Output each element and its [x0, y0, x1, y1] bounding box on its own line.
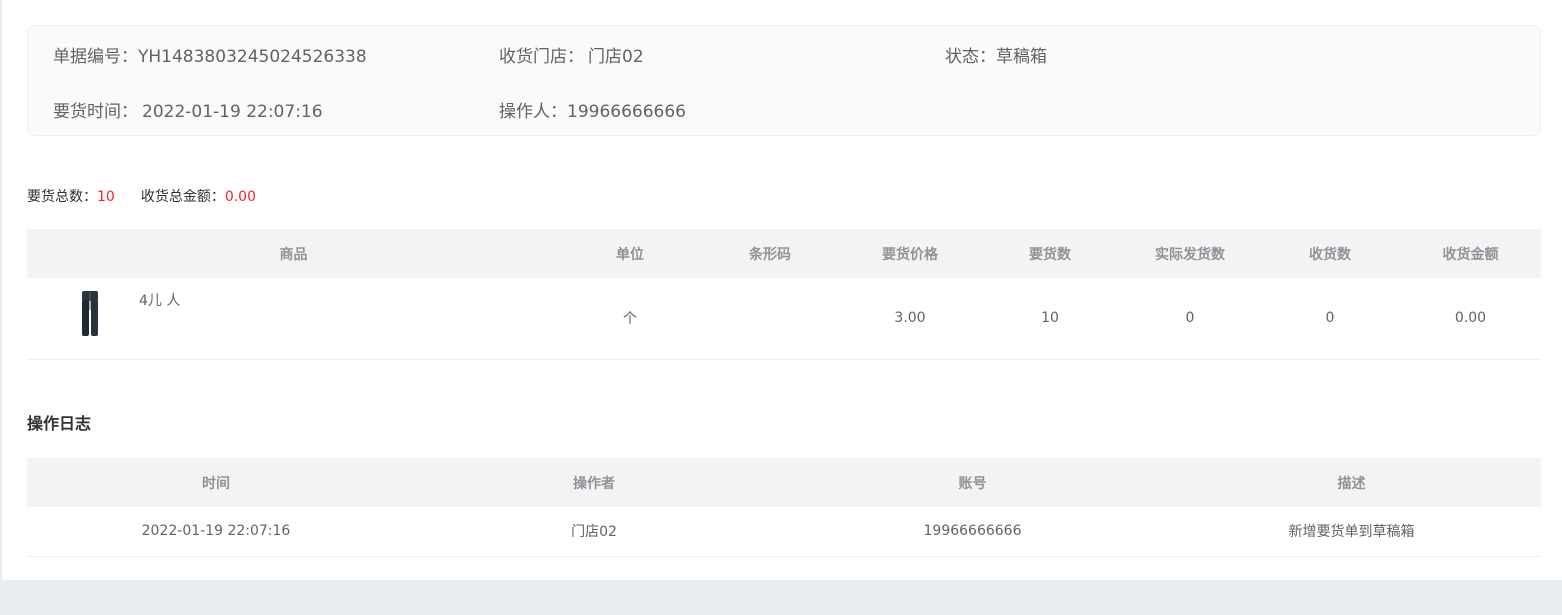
- total-amount-value: 0.00: [224, 189, 256, 205]
- column-header-unit: 单位: [560, 229, 700, 278]
- cell-unit: 个: [560, 278, 700, 360]
- column-header-barcode: 条形码: [700, 229, 840, 278]
- order-status-value: 草稿箱: [996, 47, 1047, 67]
- table-row: 2022-01-19 22:07:16 门店02 19966666666 新增要…: [27, 507, 1541, 557]
- log-table-header: 时间 操作者 账号 描述: [27, 458, 1541, 507]
- product-cell: 4儿 人: [27, 278, 560, 360]
- receiving-store-label: 收货门店：: [499, 47, 584, 67]
- column-header-price: 要货价格: [840, 229, 980, 278]
- product-name: 4儿 人: [139, 293, 181, 310]
- cell-barcode: [700, 278, 840, 360]
- log-cell-account: 19966666666: [783, 507, 1162, 557]
- receiving-store: 收货门店： 门店02: [499, 42, 644, 67]
- cell-amount: 0.00: [1400, 278, 1541, 360]
- cell-shipped: 0: [1120, 278, 1260, 360]
- detail-panel: 单据编号：YH1483803245024526338 收货门店： 门店02 状态：…: [2, 0, 1562, 580]
- column-header-time: 时间: [27, 458, 405, 507]
- total-qty-label: 要货总数：: [27, 189, 97, 205]
- goods-table: 商品 单位 条形码 要货价格 要货数 实际发货数 收货数 收货金额 4儿 人 个…: [27, 229, 1541, 360]
- log-cell-operator: 门店02: [405, 507, 783, 557]
- log-cell-description: 新增要货单到草稿箱: [1162, 507, 1541, 557]
- total-amount-label: 收货总金额：: [140, 189, 225, 205]
- column-header-operator: 操作者: [405, 458, 783, 507]
- column-header-product: 商品: [27, 229, 560, 278]
- order-number-value: YH1483803245024526338: [138, 47, 367, 67]
- order-operator: 操作人：19966666666: [499, 97, 686, 122]
- cell-price: 3.00: [840, 278, 980, 360]
- order-status: 状态：草稿箱: [945, 42, 1047, 67]
- column-header-account: 账号: [783, 458, 1162, 507]
- table-row: 4儿 人 个 3.00 10 0 0 0.00: [27, 278, 1541, 360]
- order-operator-value: 19966666666: [567, 102, 686, 122]
- cell-received: 0: [1260, 278, 1400, 360]
- goods-table-header: 商品 单位 条形码 要货价格 要货数 实际发货数 收货数 收货金额: [27, 229, 1541, 278]
- order-number-label: 单据编号：: [53, 47, 138, 67]
- order-time: 要货时间： 2022-01-19 22:07:16: [53, 97, 323, 122]
- log-cell-time: 2022-01-19 22:07:16: [27, 507, 405, 557]
- total-qty-value: 10: [97, 189, 115, 205]
- order-operator-label: 操作人：: [499, 102, 567, 122]
- operation-log-table: 时间 操作者 账号 描述 2022-01-19 22:07:16 门店02 19…: [27, 458, 1541, 557]
- operation-log-title: 操作日志: [27, 414, 92, 433]
- column-header-received: 收货数: [1260, 229, 1400, 278]
- column-header-shipped: 实际发货数: [1120, 229, 1260, 278]
- product-thumbnail-icon: [82, 291, 98, 337]
- order-number: 单据编号：YH1483803245024526338: [53, 42, 367, 67]
- receiving-store-value: 门店02: [588, 47, 644, 67]
- order-summary: 要货总数：10 收货总金额：0.00: [27, 186, 256, 206]
- column-header-qty: 要货数: [980, 229, 1120, 278]
- order-time-label: 要货时间：: [53, 102, 138, 122]
- order-info-card: 单据编号：YH1483803245024526338 收货门店： 门店02 状态：…: [27, 25, 1541, 136]
- column-header-description: 描述: [1162, 458, 1541, 507]
- cell-qty: 10: [980, 278, 1120, 360]
- order-time-value: 2022-01-19 22:07:16: [142, 102, 323, 122]
- column-header-amount: 收货金额: [1400, 229, 1541, 278]
- order-status-label: 状态：: [945, 47, 996, 67]
